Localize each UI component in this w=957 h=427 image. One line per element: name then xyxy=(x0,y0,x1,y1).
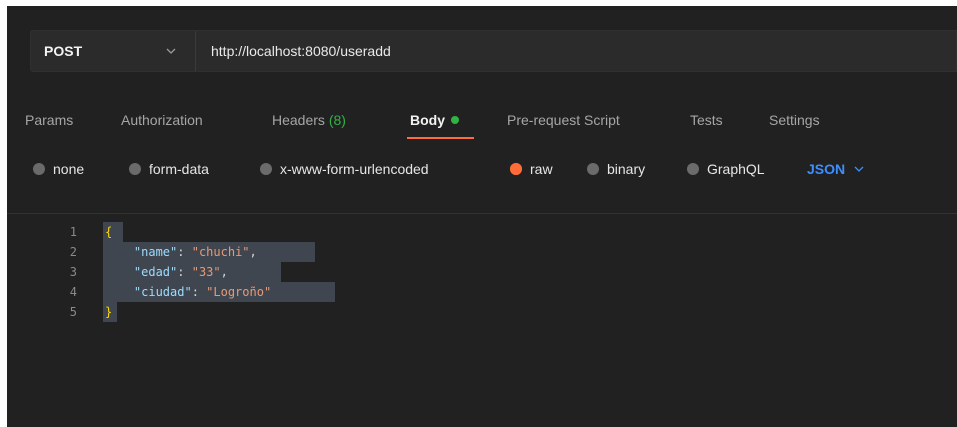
postman-request-panel: POST Params Authorization Headers (8) Bo… xyxy=(7,6,957,427)
code-text: { xyxy=(105,225,113,239)
radio-icon xyxy=(260,163,272,175)
chevron-down-icon xyxy=(854,166,864,172)
editor-line: 1 { xyxy=(7,222,957,242)
radio-icon xyxy=(33,163,45,175)
body-indicator-dot xyxy=(451,116,459,124)
body-type-label: form-data xyxy=(149,161,209,177)
body-type-label: raw xyxy=(530,161,553,177)
json-key: "name" xyxy=(133,245,178,259)
line-number: 4 xyxy=(69,285,77,299)
line-number: 2 xyxy=(69,245,77,259)
tab-pre-request-script[interactable]: Pre-request Script xyxy=(507,112,620,128)
tab-headers[interactable]: Headers (8) xyxy=(272,112,346,128)
code-editor[interactable]: 1 { 2 "name": "chuchi", 3 "edad": "33", … xyxy=(7,214,957,427)
body-type-label: GraphQL xyxy=(707,161,765,177)
active-tab-underline xyxy=(407,137,474,139)
body-type-binary[interactable]: binary xyxy=(587,161,645,177)
code-text: "name": "chuchi", xyxy=(133,245,257,259)
tab-settings[interactable]: Settings xyxy=(769,112,820,128)
tab-tests[interactable]: Tests xyxy=(690,112,723,128)
editor-line: 5 } xyxy=(7,302,957,322)
radio-icon xyxy=(687,163,699,175)
tab-authorization[interactable]: Authorization xyxy=(121,112,203,128)
code-text: "edad": "33", xyxy=(133,265,228,279)
json-value: "33" xyxy=(191,265,221,279)
body-type-raw[interactable]: raw xyxy=(510,161,553,177)
radio-icon xyxy=(587,163,599,175)
json-key: "ciudad" xyxy=(133,285,192,299)
tab-body[interactable]: Body xyxy=(410,112,459,128)
headers-count-badge: (8) xyxy=(328,112,346,128)
format-dropdown[interactable]: JSON xyxy=(807,161,865,177)
line-number: 3 xyxy=(69,265,77,279)
body-type-selector: none form-data x-www-form-urlencoded raw… xyxy=(7,158,957,182)
code-text: "ciudad": "Logroño" xyxy=(133,285,272,299)
line-number: 5 xyxy=(69,305,77,319)
method-label: POST xyxy=(44,43,83,59)
tab-headers-label: Headers xyxy=(272,112,325,128)
body-type-label: x-www-form-urlencoded xyxy=(280,161,429,177)
line-number: 1 xyxy=(69,225,77,239)
chevron-down-icon xyxy=(166,48,176,54)
editor-line: 2 "name": "chuchi", xyxy=(7,242,957,262)
body-type-label: none xyxy=(53,161,85,177)
body-type-none[interactable]: none xyxy=(33,161,84,177)
body-type-label: binary xyxy=(607,161,646,177)
request-bar: POST xyxy=(30,30,957,72)
editor-line: 4 "ciudad": "Logroño" xyxy=(7,282,957,302)
tab-body-label: Body xyxy=(410,112,445,128)
url-input[interactable] xyxy=(197,31,957,71)
body-type-graphql[interactable]: GraphQL xyxy=(687,161,765,177)
body-type-urlencoded[interactable]: x-www-form-urlencoded xyxy=(260,161,429,177)
json-value: "Logroño" xyxy=(206,285,272,299)
method-dropdown[interactable]: POST xyxy=(31,31,196,71)
code-text: } xyxy=(105,305,113,319)
json-key: "edad" xyxy=(133,265,178,279)
body-type-form-data[interactable]: form-data xyxy=(129,161,209,177)
radio-selected-icon xyxy=(510,163,522,175)
format-label: JSON xyxy=(807,161,846,177)
json-value: "chuchi" xyxy=(191,245,250,259)
radio-icon xyxy=(129,163,141,175)
tab-params[interactable]: Params xyxy=(25,112,73,128)
editor-line: 3 "edad": "33", xyxy=(7,262,957,282)
